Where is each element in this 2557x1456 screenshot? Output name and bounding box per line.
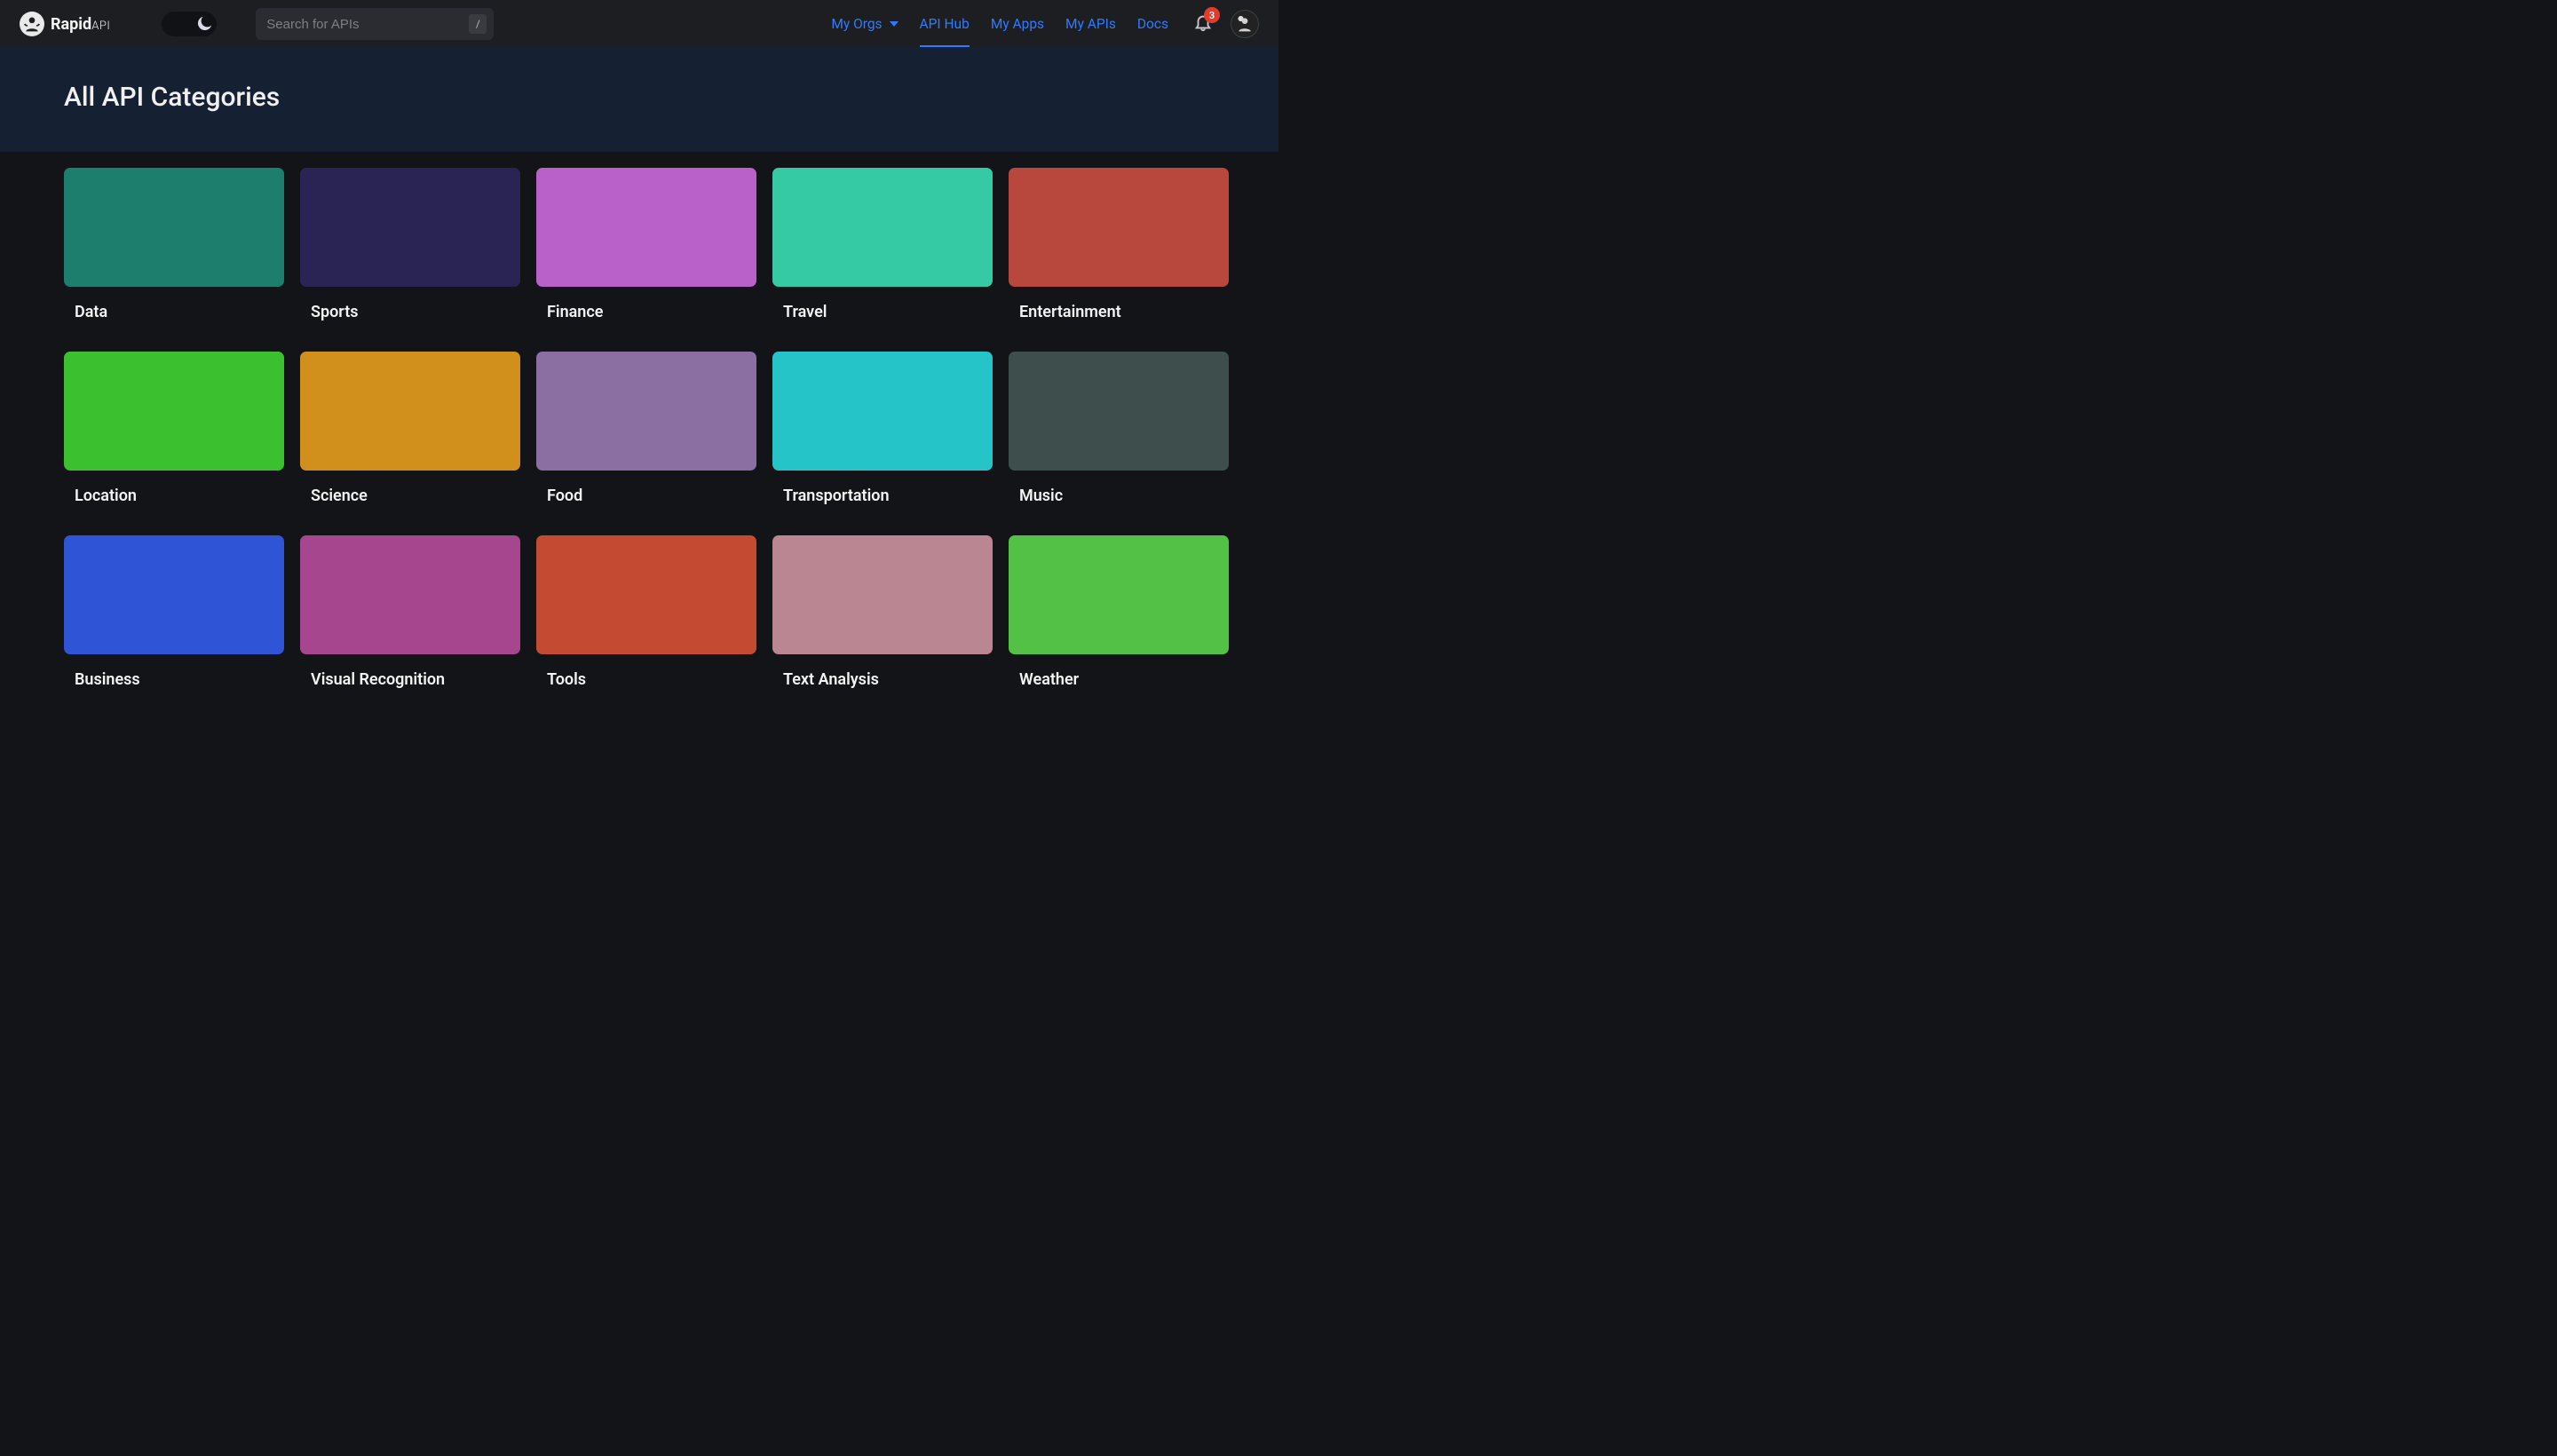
category-label: Travel (783, 303, 993, 321)
notifications-button[interactable]: 3 (1193, 12, 1213, 36)
category-tile (64, 168, 284, 287)
category-label: Data (75, 303, 284, 321)
hero-section: All API Categories (0, 48, 1278, 152)
category-label: Business (75, 670, 284, 689)
search-shortcut-hint: / (469, 14, 487, 34)
category-card[interactable]: Finance (536, 168, 756, 327)
brand-logo[interactable]: RapidAPI (20, 12, 110, 36)
category-label: Finance (547, 303, 756, 321)
top-nav: RapidAPI / My Orgs API Hub My Apps My AP… (0, 0, 1278, 48)
category-card[interactable]: Entertainment (1009, 168, 1229, 327)
category-card[interactable]: Data (64, 168, 284, 327)
category-card[interactable]: Travel (772, 168, 993, 327)
category-tile (772, 168, 993, 287)
categories-grid: DataSportsFinanceTravelEntertainmentLoca… (64, 168, 1215, 694)
category-card[interactable]: Visual Recognition (300, 535, 520, 694)
category-card[interactable]: Music (1009, 352, 1229, 510)
category-label: Visual Recognition (311, 670, 520, 689)
category-tile (536, 535, 756, 654)
brand-name: RapidAPI (51, 15, 110, 34)
search-input[interactable] (266, 17, 469, 32)
category-card[interactable]: Tools (536, 535, 756, 694)
category-label: Location (75, 487, 284, 505)
category-tile (300, 168, 520, 287)
nav-my-apps[interactable]: My Apps (991, 1, 1044, 47)
category-label: Entertainment (1019, 303, 1229, 321)
category-label: Science (311, 487, 520, 505)
nav-my-orgs[interactable]: My Orgs (831, 1, 898, 47)
category-tile (1009, 535, 1229, 654)
category-label: Sports (311, 303, 520, 321)
chevron-down-icon (890, 21, 899, 27)
category-label: Weather (1019, 670, 1229, 689)
category-label: Text Analysis (783, 670, 993, 689)
category-card[interactable]: Science (300, 352, 520, 510)
nav-links: My Orgs API Hub My Apps My APIs Docs (831, 1, 1168, 47)
page-title: All API Categories (64, 82, 1278, 113)
category-card[interactable]: Food (536, 352, 756, 510)
categories-section: Data Sports Finance Travel Entertainment Loca… (0, 152, 1278, 694)
search-box[interactable]: / (256, 8, 494, 40)
notifications-badge: 3 (1204, 7, 1220, 23)
category-label: Tools (547, 670, 756, 689)
category-label: Transportation (783, 487, 993, 505)
category-card[interactable]: Transportation (772, 352, 993, 510)
category-tile (772, 535, 993, 654)
category-tile (64, 535, 284, 654)
nav-my-apis[interactable]: My APIs (1065, 1, 1116, 47)
category-label: Food (547, 487, 756, 505)
category-card[interactable]: Location (64, 352, 284, 510)
category-tile (64, 352, 284, 471)
nav-my-orgs-label: My Orgs (831, 16, 882, 32)
category-card[interactable]: Text Analysis (772, 535, 993, 694)
category-tile (300, 535, 520, 654)
category-card[interactable]: Business (64, 535, 284, 694)
category-tile (536, 352, 756, 471)
user-avatar[interactable] (1231, 10, 1259, 38)
nav-docs[interactable]: Docs (1137, 1, 1168, 47)
moon-icon (194, 14, 214, 34)
theme-toggle[interactable] (162, 12, 217, 36)
category-tile (772, 352, 993, 471)
category-tile (1009, 352, 1229, 471)
category-tile (1009, 168, 1229, 287)
brand-mark-icon (20, 12, 44, 36)
category-tile (300, 352, 520, 471)
category-card[interactable]: Weather (1009, 535, 1229, 694)
nav-icons: 3 (1193, 10, 1259, 38)
category-label: Music (1019, 487, 1229, 505)
nav-api-hub[interactable]: API Hub (920, 1, 970, 47)
category-tile (536, 168, 756, 287)
category-card[interactable]: Sports (300, 168, 520, 327)
